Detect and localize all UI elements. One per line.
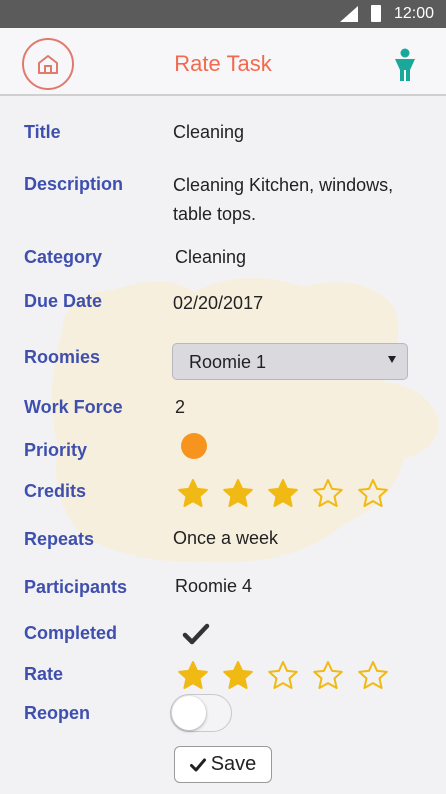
status-bar: 12:00 bbox=[0, 0, 446, 28]
star-icon[interactable] bbox=[357, 659, 402, 691]
star-icon bbox=[222, 477, 267, 509]
category-value: Cleaning bbox=[175, 247, 247, 267]
star-icon[interactable] bbox=[267, 659, 312, 691]
priority-dot-icon bbox=[181, 433, 207, 459]
reopen-toggle[interactable] bbox=[170, 694, 232, 732]
work-force-value: 2 bbox=[175, 397, 186, 417]
participants-label: Participants bbox=[24, 577, 128, 597]
title-value: Cleaning bbox=[173, 122, 245, 142]
check-icon bbox=[182, 623, 210, 645]
star-icon[interactable] bbox=[177, 659, 222, 691]
status-time: 12:00 bbox=[394, 5, 435, 22]
participants-value: Roomie 4 bbox=[175, 576, 253, 596]
completed-label: Completed bbox=[24, 623, 118, 643]
due-date-label: Due Date bbox=[24, 291, 103, 311]
toggle-knob bbox=[172, 696, 206, 730]
work-force-label: Work Force bbox=[24, 397, 123, 417]
title-label: Title bbox=[24, 122, 61, 142]
star-icon[interactable] bbox=[222, 659, 267, 691]
rate-rating[interactable] bbox=[177, 659, 402, 691]
star-icon bbox=[312, 477, 357, 509]
rate-label: Rate bbox=[24, 664, 64, 684]
app-bar: Rate Task bbox=[0, 28, 446, 96]
person-icon[interactable] bbox=[391, 48, 419, 82]
credits-rating bbox=[177, 477, 402, 509]
check-icon bbox=[189, 758, 206, 771]
dropdown-arrow-icon bbox=[388, 356, 396, 363]
description-label: Description bbox=[24, 174, 124, 194]
due-date-value: 02/20/2017 bbox=[173, 293, 264, 313]
save-button[interactable]: Save bbox=[174, 746, 272, 783]
signal-icon bbox=[340, 6, 358, 22]
roomies-selected-value: Roomie 1 bbox=[189, 352, 267, 372]
repeats-label: Repeats bbox=[24, 529, 95, 549]
save-button-label: Save bbox=[210, 753, 257, 775]
page-title: Rate Task bbox=[174, 51, 272, 76]
star-icon bbox=[357, 477, 402, 509]
roomies-select[interactable]: Roomie 1 bbox=[172, 343, 408, 380]
roomies-label: Roomies bbox=[24, 347, 101, 367]
category-label: Category bbox=[24, 247, 103, 267]
star-icon bbox=[177, 477, 222, 509]
description-line-2: table tops. bbox=[173, 204, 257, 224]
battery-icon bbox=[371, 5, 381, 22]
priority-label: Priority bbox=[24, 440, 88, 460]
description-line-1: Cleaning Kitchen, windows, bbox=[173, 175, 394, 195]
credits-label: Credits bbox=[24, 481, 87, 501]
repeats-value: Once a week bbox=[173, 528, 279, 548]
reopen-label: Reopen bbox=[24, 703, 91, 723]
star-icon[interactable] bbox=[312, 659, 357, 691]
star-icon bbox=[267, 477, 312, 509]
